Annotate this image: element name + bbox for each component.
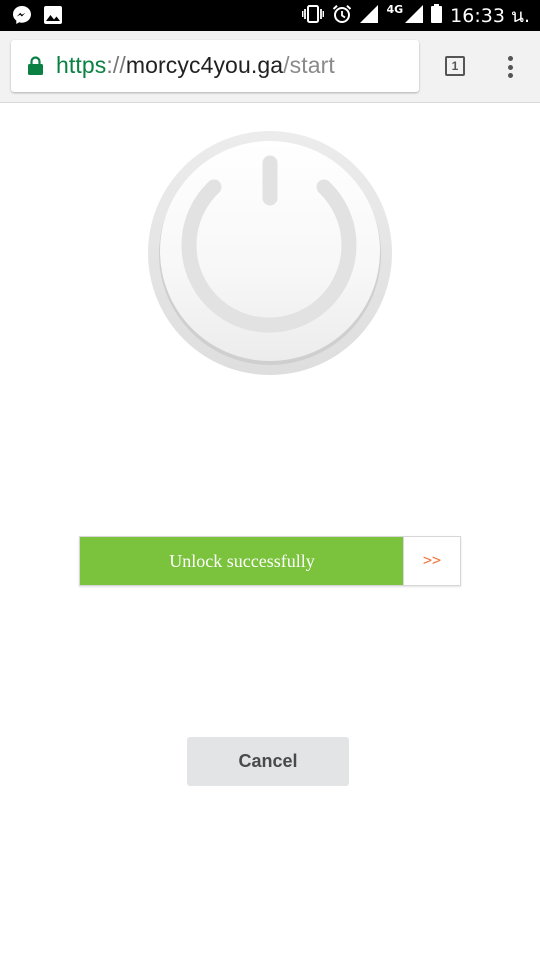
slide-arrow-handle[interactable]: >> — [403, 537, 460, 585]
url-separator: :// — [106, 52, 126, 78]
address-bar[interactable]: https://morcyc4you.ga/start — [11, 40, 419, 92]
url-scheme: https — [56, 52, 107, 78]
tab-count: 1 — [451, 59, 459, 73]
network-type: 4G — [386, 2, 404, 16]
image-icon — [44, 6, 62, 29]
tab-switcher-button[interactable]: 1 — [445, 56, 465, 76]
lock-icon[interactable] — [28, 56, 43, 80]
power-icon — [148, 131, 392, 375]
battery-icon — [431, 4, 443, 28]
url-path: /start — [283, 52, 335, 78]
menu-dot-icon — [507, 56, 513, 61]
unlock-progress-bar: Unlock successfully >> — [79, 536, 461, 586]
url-text[interactable]: https://morcyc4you.ga/start — [56, 52, 335, 79]
browser-toolbar: https://morcyc4you.ga/start 1 — [0, 31, 540, 103]
vibrate-icon — [302, 4, 325, 28]
clock: 16:33 น. — [450, 5, 530, 27]
status-bar: 4G 16:33 น. — [0, 0, 540, 31]
alarm-icon — [332, 4, 352, 29]
signal-4g-icon — [405, 4, 424, 28]
menu-dot-icon — [507, 64, 513, 70]
unlock-status-label: Unlock successfully — [169, 551, 315, 571]
notification-icons — [12, 5, 62, 30]
system-icons: 4G 16:33 น. — [302, 3, 530, 29]
power-button[interactable] — [148, 131, 392, 380]
cancel-button[interactable]: Cancel — [187, 737, 349, 786]
url-host: morcyc4you.ga — [125, 52, 284, 78]
messenger-icon — [12, 5, 32, 30]
signal-icon — [360, 4, 379, 28]
overflow-menu-button[interactable] — [500, 55, 520, 79]
menu-dot-icon — [507, 73, 513, 78]
